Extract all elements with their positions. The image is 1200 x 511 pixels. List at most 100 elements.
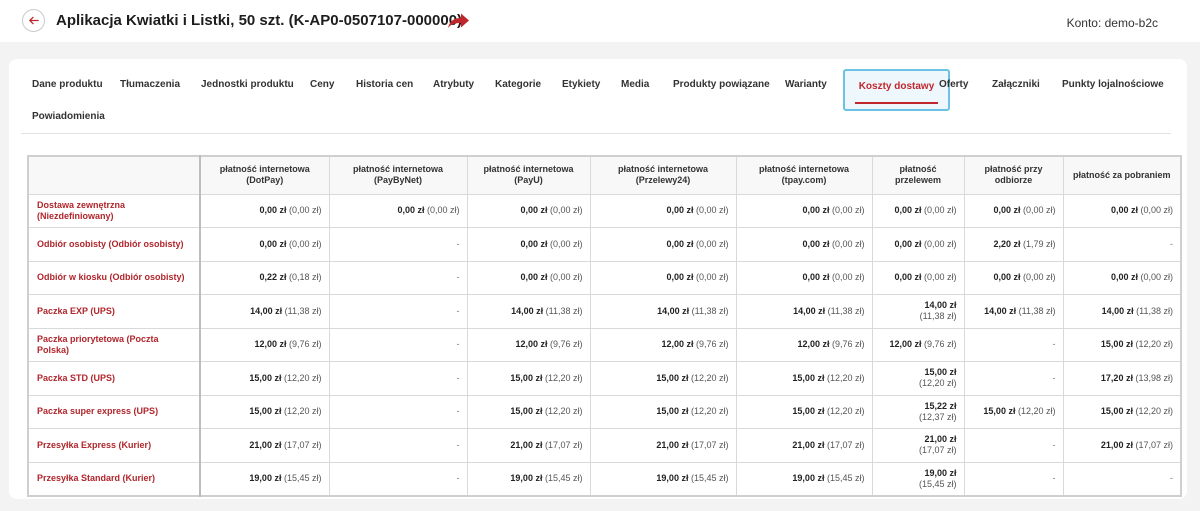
tab-powiadomienia[interactable]: Powiadomienia xyxy=(32,111,105,122)
tab-koszty-dostawy[interactable]: Koszty dostawy xyxy=(843,69,950,111)
gross-price: 0,00 zł xyxy=(666,205,694,216)
tab-punkty-lojalnościowe[interactable]: Punkty lojalnościowe xyxy=(1062,79,1164,90)
shipping-method-name[interactable]: Odbiór w kiosku (Odbiór osobisty) xyxy=(27,260,201,295)
cost-cell: 21,00 zł (17,07 zł) xyxy=(871,428,965,463)
shipping-method-name[interactable]: Odbiór osobisty (Odbiór osobisty) xyxy=(27,227,201,262)
tab-załączniki[interactable]: Załączniki xyxy=(992,79,1040,90)
cost-cell: - xyxy=(963,461,1064,496)
cost-cell: 21,00 zł (17,07 zł) xyxy=(466,428,591,463)
shipping-costs-table: płatność internetowa (DotPay) płatność in… xyxy=(27,155,1182,497)
tab-label: Etykiety xyxy=(562,79,601,90)
tab-label: Historia cen xyxy=(356,79,414,90)
table-row: Odbiór osobisty (Odbiór osobisty) 0,00 zł… xyxy=(27,227,1182,262)
gross-price: 0,00 zł xyxy=(259,238,287,249)
cost-cell: 21,00 zł (17,07 zł) xyxy=(735,428,873,463)
cost-cell: 0,00 zł (0,00 zł) xyxy=(466,260,591,295)
cost-cell: 17,20 zł (13,98 zł) xyxy=(1062,361,1182,396)
table-row: Przesyłka Standard (Kurier) 19,00 zł (15,… xyxy=(27,461,1182,496)
gross-price: 0,00 zł xyxy=(666,272,694,283)
gross-price: 0,00 zł xyxy=(894,205,922,216)
net-price: (9,76 zł) xyxy=(923,339,957,350)
cost-cell: 12,00 zł (9,76 zł) xyxy=(871,327,965,362)
cost-cell: 19,00 zł (15,45 zł) xyxy=(466,461,591,496)
tab-label: Koszty dostawy xyxy=(858,81,935,92)
gross-price: 15,00 zł xyxy=(924,367,957,378)
cost-cell: - xyxy=(328,394,468,429)
empty-value: - xyxy=(456,339,460,350)
tab-produkty-powiązane[interactable]: Produkty powiązane xyxy=(673,79,770,90)
net-price: (12,20 zł) xyxy=(283,406,322,417)
cost-cell: 14,00 zł (11,38 zł) xyxy=(871,294,965,329)
tab-oferty[interactable]: Oferty xyxy=(939,79,968,90)
tabs-divider xyxy=(21,133,1171,134)
gross-price: 12,00 zł xyxy=(515,339,548,350)
column-header: płatność internetowa (PayU) xyxy=(466,155,591,195)
net-price: (15,45 zł) xyxy=(283,473,322,483)
gross-price: 21,00 zł xyxy=(249,439,282,450)
net-price: (11,38 zł) xyxy=(1136,305,1173,316)
shipping-costs-table-wrapper: płatność internetowa (DotPay) płatność in… xyxy=(27,155,1182,497)
tab-warianty[interactable]: Warianty xyxy=(785,79,827,90)
cost-cell: - xyxy=(328,294,468,329)
shipping-method-name[interactable]: Paczka super express (UPS) xyxy=(27,394,201,429)
cost-cell: 0,00 zł (0,00 zł) xyxy=(963,260,1064,295)
cost-cell: 0,00 zł (0,00 zł) xyxy=(466,227,591,262)
cost-cell: - xyxy=(328,361,468,396)
tab-historia-cen[interactable]: Historia cen xyxy=(356,79,413,90)
column-header: płatność internetowa (DotPay) xyxy=(199,155,330,195)
net-price: (0,00 zł) xyxy=(1140,272,1173,283)
shipping-method-name[interactable]: Paczka priorytetowa (Poczta Polska) xyxy=(27,327,201,362)
cost-cell: 0,00 zł (0,00 zł) xyxy=(466,193,591,228)
shipping-method-name[interactable]: Dostawa zewnętrzna (Niezdefiniowany) xyxy=(27,193,201,228)
shipping-method-name[interactable]: Paczka STD (UPS) xyxy=(27,361,201,396)
tab-dane-produktu[interactable]: Dane produktu xyxy=(32,79,103,90)
empty-value: - xyxy=(1052,372,1056,383)
empty-value: - xyxy=(456,406,460,417)
gross-price: 15,00 zł xyxy=(792,372,825,383)
column-header: płatność za pobraniem xyxy=(1062,155,1182,195)
tab-label: Dane produktu xyxy=(32,79,103,90)
tab-etykiety[interactable]: Etykiety xyxy=(562,79,600,90)
tab-atrybuty[interactable]: Atrybuty xyxy=(433,79,474,90)
cost-cell: 15,22 zł (12,37 zł) xyxy=(871,394,965,429)
tab-media[interactable]: Media xyxy=(621,79,649,90)
tab-tłumaczenia[interactable]: Tłumaczenia xyxy=(120,79,180,90)
gross-price: 19,00 zł xyxy=(249,473,282,483)
tab-label: Tłumaczenia xyxy=(120,79,181,90)
net-price: (12,20 zł) xyxy=(826,406,865,417)
net-price: (0,00 zł) xyxy=(549,238,583,249)
tab-kategorie[interactable]: Kategorie xyxy=(495,79,541,90)
cost-cell: - xyxy=(963,428,1064,463)
back-button[interactable] xyxy=(22,9,45,32)
gross-price: 12,00 zł xyxy=(797,339,830,350)
shipping-method-name[interactable]: Przesyłka Express (Kurier) xyxy=(27,428,201,463)
tab-ceny[interactable]: Ceny xyxy=(310,79,334,90)
gross-price: 0,22 zł xyxy=(259,272,287,283)
cost-cell: - xyxy=(328,260,468,295)
content-card: Dane produktu Tłumaczenia Jednostki produk… xyxy=(9,59,1187,499)
shipping-method-name[interactable]: Paczka EXP (UPS) xyxy=(27,294,201,329)
cost-cell: 0,00 zł (0,00 zł) xyxy=(589,227,737,262)
cost-cell: 0,00 zł (0,00 zł) xyxy=(328,193,468,228)
gross-price: 0,00 zł xyxy=(802,272,830,283)
net-price: (17,07 zł) xyxy=(544,439,583,450)
column-header xyxy=(27,155,201,195)
gross-price: 0,00 zł xyxy=(894,272,922,283)
gross-price: 14,00 zł xyxy=(984,305,1017,316)
table-row: Paczka STD (UPS) 15,00 zł (12,20 zł) -15,0… xyxy=(27,361,1182,396)
share-arrow-icon[interactable] xyxy=(446,12,470,30)
cost-cell: 0,00 zł (0,00 zł) xyxy=(871,227,965,262)
net-price: (11,38 zł) xyxy=(1018,305,1056,316)
shipping-method-name[interactable]: Przesyłka Standard (Kurier) xyxy=(27,461,201,496)
tab-jednostki-produktu[interactable]: Jednostki produktu xyxy=(201,79,294,90)
cost-cell: 14,00 zł (11,38 zł) xyxy=(589,294,737,329)
top-bar: Aplikacja Kwiatki i Listki, 50 szt. (K-A… xyxy=(0,0,1200,42)
gross-price: 14,00 zł xyxy=(250,305,283,316)
gross-price: 0,00 zł xyxy=(993,272,1021,283)
gross-price: 21,00 zł xyxy=(1100,439,1133,450)
table-header-row: płatność internetowa (DotPay) płatność in… xyxy=(27,155,1182,195)
cost-cell: 14,00 zł (11,38 zł) xyxy=(466,294,591,329)
cost-cell: 12,00 zł (9,76 zł) xyxy=(466,327,591,362)
net-price: (0,00 zł) xyxy=(695,205,729,216)
account-label: Konto: demo-b2c xyxy=(1066,16,1158,30)
